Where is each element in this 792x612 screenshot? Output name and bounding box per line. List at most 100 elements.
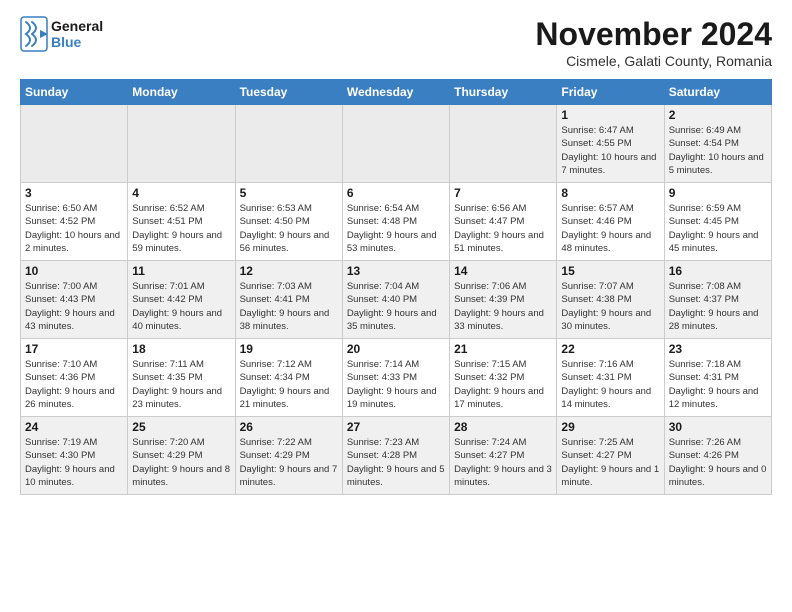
calendar-cell [450,105,557,183]
calendar-week-row: 3 Sunrise: 6:50 AM Sunset: 4:52 PM Daylig… [21,183,772,261]
calendar-cell: 6Sunrise: 6:54 AM Sunset: 4:48 PM Daylig… [342,183,449,261]
day-number: 26 [240,420,338,434]
calendar-cell: 24 Sunrise: 7:19 AM Sunset: 4:30 PM Dayli… [21,417,128,495]
day-number: 30 [669,420,767,434]
day-info: Sunrise: 7:07 AM Sunset: 4:38 PM Dayligh… [561,280,659,333]
day-number: 25 [132,420,230,434]
logo: General Blue [20,16,103,52]
day-number: 2 [669,108,767,122]
calendar-cell: 1Sunrise: 6:47 AM Sunset: 4:55 PM Daylig… [557,105,664,183]
day-info: Sunrise: 7:22 AM Sunset: 4:29 PM Dayligh… [240,436,338,489]
calendar-cell: 23 Sunrise: 7:18 AM Sunset: 4:31 PM Dayli… [664,339,771,417]
header: General Blue November 2024 Cismele, Gala… [20,16,772,69]
location: Cismele, Galati County, Romania [535,53,772,69]
weekday-header-monday: Monday [128,80,235,105]
day-number: 20 [347,342,445,356]
day-info: Sunrise: 7:23 AM Sunset: 4:28 PM Dayligh… [347,436,445,489]
day-number: 17 [25,342,123,356]
weekday-header-wednesday: Wednesday [342,80,449,105]
month-title: November 2024 [535,16,772,53]
day-number: 29 [561,420,659,434]
weekday-header-thursday: Thursday [450,80,557,105]
day-number: 23 [669,342,767,356]
calendar-cell: 22 Sunrise: 7:16 AM Sunset: 4:31 PM Dayli… [557,339,664,417]
calendar-cell: 17 Sunrise: 7:10 AM Sunset: 4:36 PM Dayli… [21,339,128,417]
day-info: Sunrise: 6:50 AM Sunset: 4:52 PM Dayligh… [25,202,123,255]
calendar-cell [235,105,342,183]
calendar-week-row: 10 Sunrise: 7:00 AM Sunset: 4:43 PM Dayli… [21,261,772,339]
calendar-cell: 20Sunrise: 7:14 AM Sunset: 4:33 PM Dayli… [342,339,449,417]
day-number: 22 [561,342,659,356]
day-info: Sunrise: 7:16 AM Sunset: 4:31 PM Dayligh… [561,358,659,411]
day-info: Sunrise: 7:18 AM Sunset: 4:31 PM Dayligh… [669,358,767,411]
day-info: Sunrise: 6:57 AM Sunset: 4:46 PM Dayligh… [561,202,659,255]
logo-line2: Blue [51,34,103,50]
day-info: Sunrise: 7:03 AM Sunset: 4:41 PM Dayligh… [240,280,338,333]
calendar-cell: 7 Sunrise: 6:56 AM Sunset: 4:47 PM Daylig… [450,183,557,261]
calendar-cell: 13 Sunrise: 7:04 AM Sunset: 4:40 PM Dayli… [342,261,449,339]
day-number: 12 [240,264,338,278]
day-info: Sunrise: 7:15 AM Sunset: 4:32 PM Dayligh… [454,358,552,411]
calendar-week-row: 24 Sunrise: 7:19 AM Sunset: 4:30 PM Dayli… [21,417,772,495]
calendar-cell: 28 Sunrise: 7:24 AM Sunset: 4:27 PM Dayli… [450,417,557,495]
day-number: 18 [132,342,230,356]
day-number: 3 [25,186,123,200]
day-info: Sunrise: 6:53 AM Sunset: 4:50 PM Dayligh… [240,202,338,255]
weekday-header-sunday: Sunday [21,80,128,105]
calendar-cell: 9Sunrise: 6:59 AM Sunset: 4:45 PM Daylig… [664,183,771,261]
weekday-header-row: SundayMondayTuesdayWednesdayThursdayFrid… [21,80,772,105]
logo-graphic [20,16,48,52]
weekday-header-friday: Friday [557,80,664,105]
day-info: Sunrise: 7:19 AM Sunset: 4:30 PM Dayligh… [25,436,123,489]
calendar-cell: 25 Sunrise: 7:20 AM Sunset: 4:29 PM Dayli… [128,417,235,495]
calendar-cell: 3 Sunrise: 6:50 AM Sunset: 4:52 PM Daylig… [21,183,128,261]
day-info: Sunrise: 6:56 AM Sunset: 4:47 PM Dayligh… [454,202,552,255]
day-info: Sunrise: 7:00 AM Sunset: 4:43 PM Dayligh… [25,280,123,333]
calendar-cell: 30 Sunrise: 7:26 AM Sunset: 4:26 PM Dayli… [664,417,771,495]
day-info: Sunrise: 7:20 AM Sunset: 4:29 PM Dayligh… [132,436,230,489]
title-block: November 2024 Cismele, Galati County, Ro… [535,16,772,69]
calendar-cell: 11 Sunrise: 7:01 AM Sunset: 4:42 PM Dayli… [128,261,235,339]
day-info: Sunrise: 7:26 AM Sunset: 4:26 PM Dayligh… [669,436,767,489]
calendar-cell: 5 Sunrise: 6:53 AM Sunset: 4:50 PM Daylig… [235,183,342,261]
logo-line1: General [51,18,103,34]
calendar-cell: 29 Sunrise: 7:25 AM Sunset: 4:27 PM Dayli… [557,417,664,495]
calendar-cell: 16Sunrise: 7:08 AM Sunset: 4:37 PM Dayli… [664,261,771,339]
day-info: Sunrise: 7:12 AM Sunset: 4:34 PM Dayligh… [240,358,338,411]
logo-text: General Blue [51,18,103,50]
day-number: 7 [454,186,552,200]
day-number: 28 [454,420,552,434]
day-number: 4 [132,186,230,200]
day-number: 8 [561,186,659,200]
calendar-cell [21,105,128,183]
calendar-cell: 18Sunrise: 7:11 AM Sunset: 4:35 PM Dayli… [128,339,235,417]
day-number: 10 [25,264,123,278]
day-info: Sunrise: 6:52 AM Sunset: 4:51 PM Dayligh… [132,202,230,255]
calendar-week-row: 17 Sunrise: 7:10 AM Sunset: 4:36 PM Dayli… [21,339,772,417]
day-info: Sunrise: 7:01 AM Sunset: 4:42 PM Dayligh… [132,280,230,333]
calendar-cell: 15 Sunrise: 7:07 AM Sunset: 4:38 PM Dayli… [557,261,664,339]
day-number: 27 [347,420,445,434]
day-number: 11 [132,264,230,278]
day-number: 21 [454,342,552,356]
day-number: 24 [25,420,123,434]
day-number: 19 [240,342,338,356]
calendar-cell: 26 Sunrise: 7:22 AM Sunset: 4:29 PM Dayli… [235,417,342,495]
calendar-cell: 8 Sunrise: 6:57 AM Sunset: 4:46 PM Daylig… [557,183,664,261]
day-number: 15 [561,264,659,278]
calendar-cell: 19 Sunrise: 7:12 AM Sunset: 4:34 PM Dayli… [235,339,342,417]
calendar-cell [128,105,235,183]
calendar-week-row: 1Sunrise: 6:47 AM Sunset: 4:55 PM Daylig… [21,105,772,183]
calendar-cell: 12 Sunrise: 7:03 AM Sunset: 4:41 PM Dayli… [235,261,342,339]
calendar: SundayMondayTuesdayWednesdayThursdayFrid… [20,79,772,495]
day-info: Sunrise: 7:24 AM Sunset: 4:27 PM Dayligh… [454,436,552,489]
day-info: Sunrise: 6:47 AM Sunset: 4:55 PM Dayligh… [561,124,659,177]
day-info: Sunrise: 7:25 AM Sunset: 4:27 PM Dayligh… [561,436,659,489]
day-info: Sunrise: 7:04 AM Sunset: 4:40 PM Dayligh… [347,280,445,333]
calendar-cell: 2Sunrise: 6:49 AM Sunset: 4:54 PM Daylig… [664,105,771,183]
day-number: 5 [240,186,338,200]
calendar-cell [342,105,449,183]
calendar-cell: 10 Sunrise: 7:00 AM Sunset: 4:43 PM Dayli… [21,261,128,339]
day-info: Sunrise: 7:10 AM Sunset: 4:36 PM Dayligh… [25,358,123,411]
day-number: 13 [347,264,445,278]
